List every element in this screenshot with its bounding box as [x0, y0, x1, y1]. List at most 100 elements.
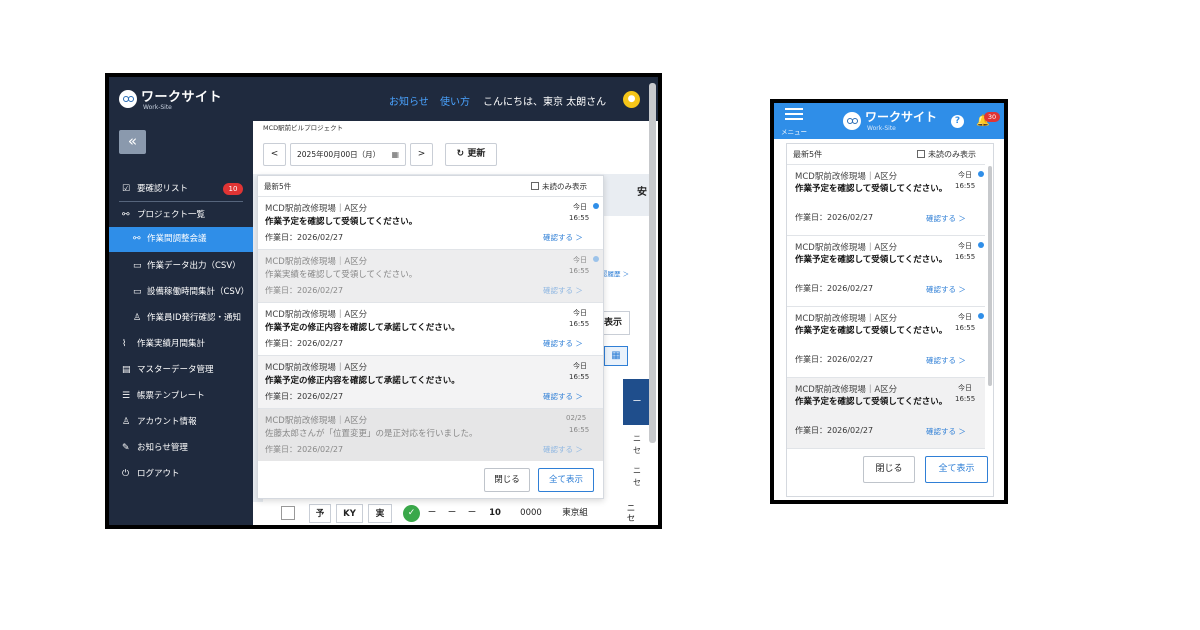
show-all-button[interactable]: 全て表示: [925, 456, 988, 483]
prev-date-button[interactable]: <: [263, 143, 286, 166]
sidebar-item-logout[interactable]: ⏻ ログアウト: [109, 463, 253, 485]
logout-icon: ⏻: [122, 469, 130, 479]
notification-work-date: 作業日：2026/02/27: [795, 426, 874, 435]
card-icon: ▭: [133, 287, 142, 297]
confirm-link[interactable]: 確認する ＞: [926, 284, 966, 295]
logo-subtext: Work-Site: [143, 104, 172, 111]
refresh-label: 更新: [467, 149, 486, 159]
sidebar-item-review-list[interactable]: ☑ 要確認リスト 10: [109, 178, 253, 200]
notification-count-badge: 30: [984, 112, 1000, 122]
sidebar-item-master-data[interactable]: ▤ マスターデータ管理: [109, 359, 253, 381]
notification-item[interactable]: MCD駅前改修現場｜A区分 作業予定を確認して受領してください。 作業日：202…: [787, 164, 985, 235]
nav-howto-link[interactable]: 使い方: [440, 93, 470, 108]
refresh-button[interactable]: ↻ 更新: [445, 143, 497, 166]
avatar[interactable]: ●: [623, 91, 640, 108]
sidebar-item-equipment-hours-csv[interactable]: ▭ 設備稼働時間集計（CSV）: [109, 281, 253, 303]
confirm-link[interactable]: 確認する ＞: [926, 355, 966, 366]
menu-label[interactable]: メニュー: [781, 126, 807, 136]
mobile-screen: メニュー ワークサイト Work-Site ? 🔔 30 最新5件 未読のみ表示…: [770, 99, 1008, 504]
confirm-link[interactable]: 確認する ＞: [926, 213, 966, 224]
close-button[interactable]: 閉じる: [863, 456, 915, 483]
notification-item[interactable]: MCD駅前改修現場｜A区分 作業予定を確認して受領してください。 作業日：202…: [787, 306, 985, 377]
notification-time: 16:55: [569, 267, 590, 275]
confirm-link[interactable]: 確認する ＞: [543, 391, 583, 402]
date-picker[interactable]: 2025年00月00日（月） ▦: [290, 143, 406, 166]
pencil-icon: ✎: [122, 443, 130, 453]
confirm-link[interactable]: 確認する ＞: [926, 426, 966, 437]
table-cell: ニ: [633, 466, 641, 475]
hamburger-menu-icon[interactable]: [785, 108, 803, 122]
document-icon: ▤: [122, 365, 131, 375]
notification-item[interactable]: MCD駅前改修現場｜A区分 佐藤太郎さんが「位置変更」の是正対応を行いました。 …: [258, 408, 603, 461]
sidebar-item-form-templates[interactable]: ☰ 帳票テンプレート: [109, 385, 253, 407]
table-cell: セ: [633, 446, 641, 455]
refresh-icon: ↻: [456, 149, 465, 159]
plan-cell[interactable]: 予: [309, 504, 331, 523]
nav-news-link[interactable]: お知らせ: [389, 93, 429, 108]
sidebar-item-label: アカウント情報: [137, 417, 197, 427]
confirm-link[interactable]: 確認する ＞: [543, 338, 583, 349]
confirm-link[interactable]: 確認する ＞: [543, 285, 583, 296]
notification-time: 16:55: [955, 324, 976, 332]
sidebar-item-label: 設備稼働時間集計（CSV）: [147, 287, 250, 297]
notification-scrollbar[interactable]: [988, 166, 992, 386]
sidebar-item-label: プロジェクト一覧: [137, 210, 206, 220]
grid-view-icon[interactable]: ▦: [604, 346, 628, 366]
sidebar-item-worker-id[interactable]: ♙ 作業員ID発行確認・通知: [109, 307, 253, 329]
notification-item[interactable]: MCD駅前改修現場｜A区分 作業予定を確認して受領してください。 作業日：202…: [787, 235, 985, 306]
notification-item[interactable]: MCD駅前改修現場｜A区分 作業予定の修正内容を確認して承諾してください。 作業…: [258, 355, 603, 408]
notification-work-date: 作業日：2026/02/27: [265, 339, 344, 348]
history-link[interactable]: 認履歴 ＞: [601, 268, 629, 278]
checkbox-icon: [531, 182, 539, 190]
unread-only-checkbox[interactable]: 未読のみ表示: [531, 181, 587, 192]
date-toolbar: < 2025年00月00日（月） ▦ > ↻ 更新: [253, 136, 651, 174]
link-icon: ⚯: [122, 210, 130, 220]
notification-panel-title: 最新5件: [264, 182, 292, 191]
notification-site: MCD駅前改修現場｜A区分: [265, 257, 368, 267]
sidebar-item-projects[interactable]: ⚯ プロジェクト一覧: [109, 204, 253, 226]
notification-site: MCD駅前改修現場｜A区分: [795, 385, 898, 395]
notification-site: MCD駅前改修現場｜A区分: [265, 310, 368, 320]
logo-subtext: Work-Site: [867, 125, 896, 132]
date-value: 2025年00月00日（月）: [297, 150, 381, 159]
notification-item[interactable]: MCD駅前改修現場｜A区分 作業予定を確認して受領してください。 作業日：202…: [787, 377, 985, 448]
notification-time: 16:55: [569, 373, 590, 381]
notification-message: 作業予定を確認して受領してください。: [795, 184, 948, 194]
notification-item[interactable]: MCD駅前改修現場｜A区分 作業予定の修正内容を確認して承諾してください。 作業…: [258, 302, 603, 355]
sidebar-item-work-data-csv[interactable]: ▭ 作業データ出力（CSV）: [109, 255, 253, 277]
row-checkbox[interactable]: [281, 506, 295, 520]
ky-cell[interactable]: KY: [336, 504, 363, 523]
sidebar-item-news-admin[interactable]: ✎ お知らせ管理: [109, 437, 253, 459]
notification-message: 作業予定を確認して受領してください。: [795, 397, 948, 407]
unread-dot-icon: [978, 313, 984, 319]
sidebar-divider: [119, 201, 243, 202]
notification-time: 16:55: [955, 395, 976, 403]
notification-time: 16:55: [569, 214, 590, 222]
actual-cell[interactable]: 実: [368, 504, 392, 523]
notification-site: MCD駅前改修現場｜A区分: [795, 314, 898, 324]
help-icon[interactable]: ?: [951, 115, 964, 128]
company-cell: 東京組: [562, 508, 588, 518]
confirm-link[interactable]: 確認する ＞: [543, 444, 583, 455]
sidebar-item-monthly-summary[interactable]: ⌇ 作業実績月間集計: [109, 333, 253, 355]
notification-item[interactable]: MCD駅前改修現場｜A区分 作業実績を確認して受領してください。 作業日：202…: [258, 249, 603, 302]
sidebar-collapse-button[interactable]: «: [119, 130, 146, 154]
page-scrollbar[interactable]: [649, 83, 656, 443]
sidebar-item-account[interactable]: ♙ アカウント情報: [109, 411, 253, 433]
unread-only-checkbox[interactable]: 未読のみ表示: [917, 149, 976, 160]
breadcrumb[interactable]: MCD駅前ビルプロジェクト: [253, 121, 651, 136]
notification-day: 今日: [573, 362, 587, 370]
confirm-link[interactable]: 確認する ＞: [543, 232, 583, 243]
sidebar: « ☑ 要確認リスト 10 ⚯ プロジェクト一覧 ⚯ 作業間調整会議 ▭ 作業デ…: [109, 121, 253, 525]
notification-item[interactable]: MCD駅前改修現場｜A区分 作業予定を確認して受領してください。 作業日：202…: [258, 196, 603, 249]
sidebar-item-coordination-meeting[interactable]: ⚯ 作業間調整会議: [109, 227, 253, 252]
desktop-screen: ワークサイト Work-Site お知らせ 使い方 こんにちは、東京 太朗さん …: [105, 73, 662, 529]
show-all-button[interactable]: 全て表示: [538, 468, 594, 492]
notification-panel: 最新5件 未読のみ表示 MCD駅前改修現場｜A区分 作業予定を確認して受領してく…: [257, 175, 604, 499]
next-date-button[interactable]: >: [410, 143, 433, 166]
close-button[interactable]: 閉じる: [484, 468, 530, 492]
link-icon: ⚯: [133, 234, 141, 244]
checkbox-icon: [917, 150, 925, 158]
sidebar-item-label: 作業実績月間集計: [137, 339, 206, 349]
sidebar-item-label: マスターデータ管理: [137, 365, 214, 375]
